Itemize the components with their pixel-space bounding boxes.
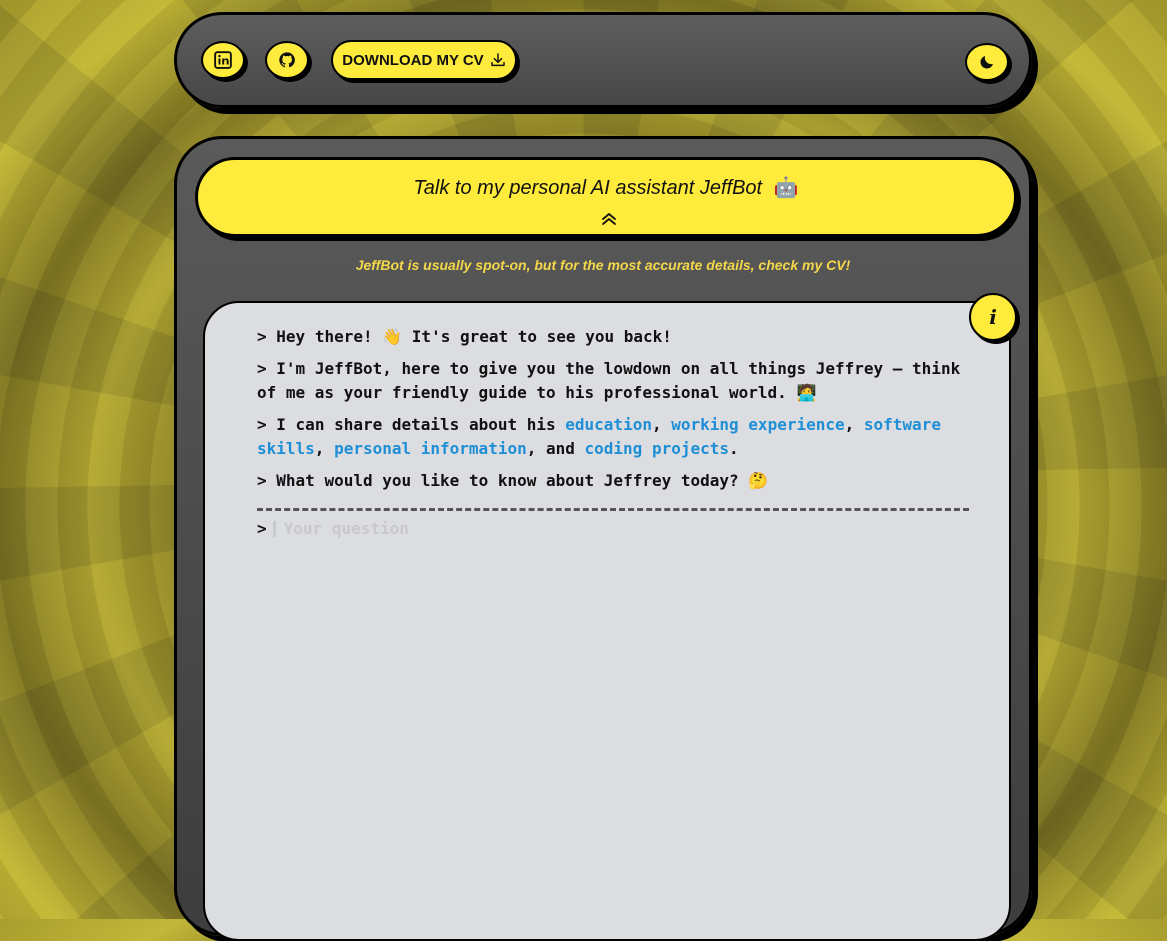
separator: , — [844, 415, 864, 434]
double-chevron-up-icon — [602, 213, 616, 225]
chatbot-panel: Talk to my personal AI assistant JeffBot… — [174, 136, 1032, 941]
info-button[interactable]: i — [969, 293, 1017, 341]
top-navbar: DOWNLOAD MY CV — [174, 12, 1032, 108]
message-list: > Hey there! 👋 It's great to see you bac… — [257, 325, 973, 501]
message-greeting: > Hey there! 👋 It's great to see you bac… — [257, 325, 973, 349]
chatbot-header-button[interactable]: Talk to my personal AI assistant JeffBot… — [195, 157, 1017, 237]
message-intro: > I'm JeffBot, here to give you the lowd… — [257, 357, 973, 405]
linkedin-icon — [214, 51, 232, 69]
download-cv-label: DOWNLOAD MY CV — [342, 51, 484, 69]
topic-link-coding-projects[interactable]: coding projects — [585, 439, 730, 458]
prompt-prefix: > — [257, 359, 267, 378]
moon-icon — [980, 56, 993, 69]
prompt-prefix: > — [257, 327, 267, 346]
disclaimer-text: JeffBot is usually spot-on, but for the … — [355, 257, 851, 273]
chatbot-title-text: Talk to my personal AI assistant JeffBot — [413, 177, 763, 199]
robot-icon: 🤖 — [773, 177, 799, 199]
message-text: I'm JeffBot, here to give you the lowdow… — [257, 359, 961, 402]
chat-terminal: > Hey there! 👋 It's great to see you bac… — [203, 301, 1011, 941]
info-icon: i — [989, 305, 997, 329]
github-button[interactable] — [265, 41, 309, 79]
sentence-end: . — [729, 439, 739, 458]
theme-toggle-button[interactable] — [965, 43, 1009, 81]
github-icon — [279, 52, 295, 68]
input-prompt-prefix: > — [257, 519, 267, 538]
linkedin-button[interactable] — [201, 41, 245, 79]
download-cv-button[interactable]: DOWNLOAD MY CV — [331, 40, 517, 80]
message-topics: > I can share details about his educatio… — [257, 413, 973, 461]
prompt-prefix: > — [257, 415, 267, 434]
chatbot-title: Talk to my personal AI assistant JeffBot… — [198, 175, 1014, 200]
input-row: > — [257, 519, 784, 538]
separator: , and — [526, 439, 585, 458]
message-text: I can share details about his — [276, 415, 566, 434]
topic-link-personal-information[interactable]: personal information — [334, 439, 527, 458]
dashed-divider — [257, 508, 969, 511]
prompt-prefix: > — [257, 471, 267, 490]
message-text: What would you like to know about Jeffre… — [276, 471, 769, 490]
message-text: Hey there! 👋 It's great to see you back! — [276, 327, 672, 346]
separator: , — [314, 439, 335, 458]
question-input[interactable] — [283, 519, 784, 538]
download-icon — [490, 53, 505, 67]
topic-link-working-experience[interactable]: working experience — [671, 415, 844, 434]
topic-link-education[interactable]: education — [565, 415, 652, 434]
separator: , — [651, 415, 672, 434]
message-question: > What would you like to know about Jeff… — [257, 469, 973, 493]
text-cursor — [272, 520, 276, 537]
